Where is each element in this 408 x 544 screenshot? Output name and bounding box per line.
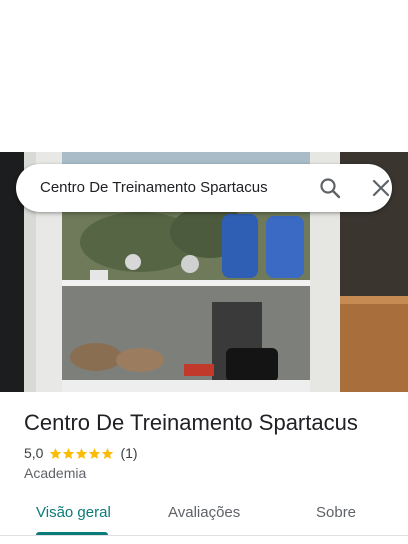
review-count[interactable]: (1): [120, 445, 137, 461]
place-tabs: Visão geral Avaliações Sobre: [0, 494, 408, 544]
tab-reviews[interactable]: Avaliações: [168, 504, 240, 521]
search-icon[interactable]: [318, 176, 342, 200]
rating-row[interactable]: 5,0 (1): [24, 444, 138, 462]
place-title: Centro De Treinamento Spartacus: [24, 410, 358, 435]
tab-overview[interactable]: Visão geral: [36, 504, 111, 521]
close-icon[interactable]: [369, 176, 393, 200]
star-rating: [49, 447, 114, 460]
search-bar[interactable]: Centro De Treinamento Spartacus: [16, 164, 392, 212]
place-category[interactable]: Academia: [24, 465, 86, 481]
top-blank-area: [0, 0, 408, 152]
tabs-divider: [0, 535, 408, 536]
star-icon: [89, 447, 101, 459]
search-input[interactable]: Centro De Treinamento Spartacus: [40, 164, 268, 212]
star-icon: [63, 447, 75, 459]
star-icon: [76, 447, 88, 459]
star-icon: [50, 447, 62, 459]
rating-value: 5,0: [24, 445, 44, 461]
star-icon: [102, 447, 114, 459]
tab-about[interactable]: Sobre: [316, 504, 356, 521]
